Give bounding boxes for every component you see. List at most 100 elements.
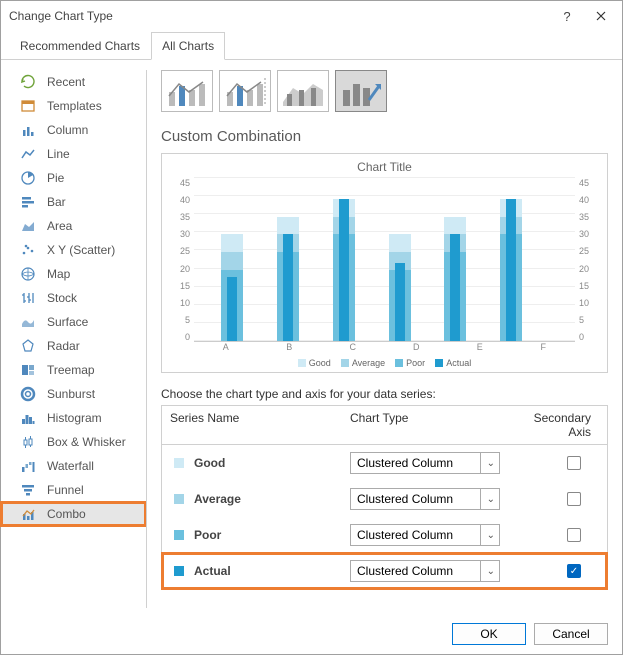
sidebar-item-surface[interactable]: Surface xyxy=(1,310,146,334)
sidebar-item-label: Recent xyxy=(47,75,138,89)
header-secondary-axis: Secondary Axis xyxy=(502,406,607,444)
series-name-label: Average xyxy=(194,492,350,506)
header-chart-type: Chart Type xyxy=(342,406,502,444)
titlebar: Change Chart Type ? xyxy=(1,1,622,31)
tab-recommended[interactable]: Recommended Charts xyxy=(9,32,151,60)
pie-icon xyxy=(19,169,37,187)
close-icon xyxy=(596,11,606,21)
subtype-clustered-line-secondary[interactable] xyxy=(219,70,271,112)
series-caption: Choose the chart type and axis for your … xyxy=(161,387,608,401)
sidebar-item-recent[interactable]: Recent xyxy=(1,70,146,94)
series-table: Series Name Chart Type Secondary Axis Go… xyxy=(161,405,608,590)
series-name-label: Actual xyxy=(194,564,350,578)
sidebar-item-column[interactable]: Column xyxy=(1,118,146,142)
chart-plot xyxy=(194,178,575,342)
sidebar-item-histogram[interactable]: Histogram xyxy=(1,406,146,430)
sidebar-item-box-whisker[interactable]: Box & Whisker xyxy=(1,430,146,454)
tab-bar: Recommended Charts All Charts xyxy=(1,31,622,60)
chart-category-sidebar: Recent Templates Column Line Pie Bar Are… xyxy=(1,60,146,618)
y-axis-right: 454035302520151050 xyxy=(575,178,597,342)
chart-type-select[interactable]: Clustered Column⌄ xyxy=(350,452,500,474)
help-button[interactable]: ? xyxy=(550,3,584,29)
sidebar-item-templates[interactable]: Templates xyxy=(1,94,146,118)
sidebar-item-area[interactable]: Area xyxy=(1,214,146,238)
templates-icon xyxy=(19,97,37,115)
bar-icon xyxy=(19,193,37,211)
chart-type-select[interactable]: Clustered Column⌄ xyxy=(350,560,500,582)
sidebar-item-funnel[interactable]: Funnel xyxy=(1,478,146,502)
box-whisker-icon xyxy=(19,433,37,451)
cancel-button[interactable]: Cancel xyxy=(534,623,608,645)
series-swatch xyxy=(174,530,184,540)
sidebar-item-radar[interactable]: Radar xyxy=(1,334,146,358)
area-icon xyxy=(19,217,37,235)
sidebar-item-label: Combo xyxy=(47,507,138,521)
line-icon xyxy=(19,145,37,163)
sidebar-item-label: Stock xyxy=(47,291,138,305)
series-swatch xyxy=(174,458,184,468)
series-row-poor: PoorClustered Column⌄ xyxy=(162,517,607,553)
secondary-axis-checkbox[interactable] xyxy=(567,456,581,470)
combo-icon xyxy=(19,505,37,523)
sidebar-item-label: Histogram xyxy=(47,411,138,425)
subtype-icon xyxy=(281,74,325,108)
series-row-actual: ActualClustered Column⌄ ✓ xyxy=(162,553,607,589)
sidebar-item-sunburst[interactable]: Sunburst xyxy=(1,382,146,406)
chevron-down-icon: ⌄ xyxy=(480,525,495,545)
sidebar-item-waterfall[interactable]: Waterfall xyxy=(1,454,146,478)
sidebar-item-line[interactable]: Line xyxy=(1,142,146,166)
sidebar-item-label: Waterfall xyxy=(47,459,138,473)
sidebar-item-scatter[interactable]: X Y (Scatter) xyxy=(1,238,146,262)
series-row-average: AverageClustered Column⌄ xyxy=(162,481,607,517)
sidebar-item-treemap[interactable]: Treemap xyxy=(1,358,146,382)
secondary-axis-checkbox[interactable] xyxy=(567,492,581,506)
secondary-axis-checkbox[interactable] xyxy=(567,528,581,542)
chevron-down-icon: ⌄ xyxy=(480,453,495,473)
close-button[interactable] xyxy=(584,3,618,29)
waterfall-icon xyxy=(19,457,37,475)
section-title: Custom Combination xyxy=(161,128,608,145)
sidebar-item-label: Pie xyxy=(47,171,138,185)
chart-title: Chart Title xyxy=(172,160,597,174)
sunburst-icon xyxy=(19,385,37,403)
subtype-stacked-area-column[interactable] xyxy=(277,70,329,112)
sidebar-item-label: Radar xyxy=(47,339,138,353)
sidebar-item-label: Line xyxy=(47,147,138,161)
sidebar-item-label: Treemap xyxy=(47,363,138,377)
series-name-label: Poor xyxy=(194,528,350,542)
x-axis: ABCDEF xyxy=(172,342,597,352)
subtype-custom-combination[interactable] xyxy=(335,70,387,112)
sidebar-item-stock[interactable]: Stock xyxy=(1,286,146,310)
combo-subtype-row xyxy=(161,70,608,112)
chart-legend: GoodAveragePoorActual xyxy=(172,358,597,368)
sidebar-item-bar[interactable]: Bar xyxy=(1,190,146,214)
series-swatch xyxy=(174,494,184,504)
funnel-icon xyxy=(19,481,37,499)
sidebar-item-combo[interactable]: Combo xyxy=(1,502,146,526)
sidebar-item-label: Surface xyxy=(47,315,138,329)
sidebar-item-label: Column xyxy=(47,123,138,137)
stock-icon xyxy=(19,289,37,307)
dialog-footer: OK Cancel xyxy=(1,614,622,654)
chart-type-select[interactable]: Clustered Column⌄ xyxy=(350,488,500,510)
radar-icon xyxy=(19,337,37,355)
chevron-down-icon: ⌄ xyxy=(480,489,495,509)
sidebar-item-pie[interactable]: Pie xyxy=(1,166,146,190)
tab-all-charts[interactable]: All Charts xyxy=(151,32,225,60)
sidebar-item-map[interactable]: Map xyxy=(1,262,146,286)
chart-type-select[interactable]: Clustered Column⌄ xyxy=(350,524,500,546)
surface-icon xyxy=(19,313,37,331)
sidebar-item-label: Area xyxy=(47,219,138,233)
sidebar-item-label: Box & Whisker xyxy=(47,435,138,449)
subtype-clustered-line[interactable] xyxy=(161,70,213,112)
sidebar-item-label: X Y (Scatter) xyxy=(47,243,138,257)
secondary-axis-checkbox[interactable]: ✓ xyxy=(567,564,581,578)
y-axis-left: 454035302520151050 xyxy=(172,178,194,342)
histogram-icon xyxy=(19,409,37,427)
chevron-down-icon: ⌄ xyxy=(480,561,495,581)
series-table-header: Series Name Chart Type Secondary Axis xyxy=(162,406,607,445)
series-swatch xyxy=(174,566,184,576)
subtype-icon xyxy=(339,74,383,108)
ok-button[interactable]: OK xyxy=(452,623,526,645)
sidebar-item-label: Templates xyxy=(47,99,138,113)
